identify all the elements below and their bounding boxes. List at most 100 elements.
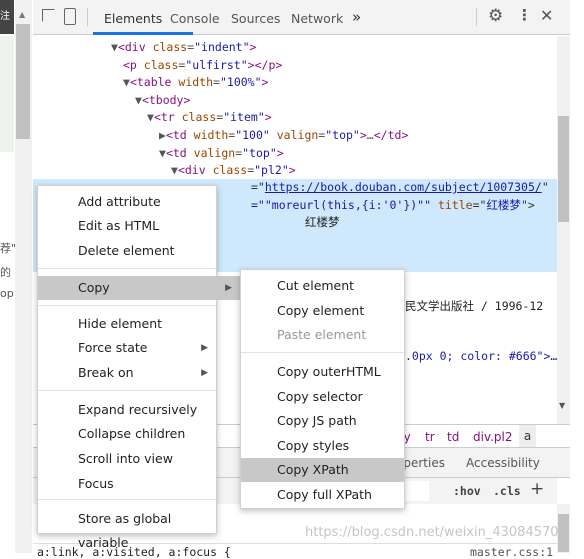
menu-item-label: Expand recursively bbox=[78, 402, 198, 417]
menu-item-hide-element[interactable]: Hide element bbox=[38, 312, 216, 336]
code-token: "top" bbox=[242, 146, 277, 160]
menu-item-label: Edit as HTML bbox=[78, 218, 160, 233]
gear-icon[interactable]: ⚙ bbox=[488, 6, 503, 26]
cls-button[interactable]: .cls bbox=[493, 484, 521, 498]
hov-button[interactable]: :hov bbox=[453, 484, 481, 498]
code-token: valign bbox=[269, 128, 319, 142]
menu-item-store-as-global-variable[interactable]: Store as global variable bbox=[38, 507, 216, 550]
page-panel bbox=[0, 36, 14, 152]
dom-node-line[interactable]: ▶<td width="100" valign="top">…</td> bbox=[159, 128, 408, 142]
menu-separator bbox=[38, 305, 216, 306]
code-token: width bbox=[171, 75, 214, 89]
code-token: </p bbox=[254, 58, 276, 72]
close-icon[interactable]: ✕ bbox=[540, 6, 553, 25]
tab-accessibility[interactable]: Accessibility bbox=[466, 456, 540, 470]
code-token: <tbody bbox=[141, 93, 184, 107]
menu-item-label: Force state bbox=[78, 340, 148, 355]
menu-item-focus[interactable]: Focus bbox=[38, 472, 216, 496]
filter-input[interactable] bbox=[405, 481, 429, 501]
menu-item-add-attribute[interactable]: Add attribute bbox=[38, 190, 216, 214]
menu-item-cut-element[interactable]: Cut element bbox=[241, 274, 404, 298]
code-token: ▼ bbox=[135, 93, 142, 107]
menu-item-delete-element[interactable]: Delete element bbox=[38, 239, 216, 263]
title-value: 红楼梦 bbox=[486, 198, 521, 212]
scroll-up-icon[interactable]: ▲ bbox=[19, 10, 25, 19]
code-token: > bbox=[359, 128, 367, 142]
dom-node-line[interactable]: ▼<table width="100%"> bbox=[123, 75, 268, 89]
divider bbox=[87, 8, 88, 26]
menu-separator bbox=[38, 499, 216, 500]
menu-item-copy-element[interactable]: Copy element bbox=[241, 299, 404, 323]
breadcrumb-item[interactable]: tr bbox=[425, 430, 435, 444]
menu-item-label: Copy JS path bbox=[277, 413, 357, 428]
scrollbar-thumb[interactable] bbox=[558, 116, 569, 222]
elements-scrollbar[interactable]: ▲ ▼ bbox=[557, 36, 570, 424]
menu-item-label: Copy bbox=[78, 280, 110, 295]
menu-item-label: Copy element bbox=[277, 303, 365, 318]
styles-scrollbar[interactable] bbox=[557, 504, 570, 553]
menu-item-force-state[interactable]: Force state ▶ bbox=[38, 336, 216, 360]
code-token: > bbox=[275, 58, 283, 72]
dom-node-line[interactable]: ▼<td valign="top"> bbox=[159, 146, 284, 160]
menu-item-break-on[interactable]: Break on ▶ bbox=[38, 361, 216, 385]
page-text: op bbox=[0, 287, 14, 300]
code-token: </td bbox=[373, 128, 402, 142]
href-link[interactable]: https://book.douban.com/subject/1007305/ bbox=[265, 180, 542, 194]
code-token: ▼ bbox=[171, 163, 178, 177]
title-attr: title bbox=[437, 198, 473, 212]
menu-item-label: Add attribute bbox=[78, 194, 161, 209]
breadcrumb-item[interactable]: div.pl2 bbox=[473, 430, 513, 444]
menu-item-copy-outerhtml[interactable]: Copy outerHTML bbox=[241, 360, 404, 384]
inspect-icon[interactable] bbox=[42, 9, 55, 22]
menu-item-copy-styles[interactable]: Copy styles bbox=[241, 434, 404, 458]
page-scrollbar[interactable]: ▲ bbox=[15, 0, 32, 553]
menu-item-scroll-into-view[interactable]: Scroll into view bbox=[38, 447, 216, 471]
device-toolbar-icon[interactable] bbox=[64, 8, 76, 25]
more-options-icon[interactable]: ⋮ bbox=[517, 6, 532, 24]
node-text: 红楼梦 bbox=[305, 215, 340, 229]
scrollbar-thumb[interactable] bbox=[558, 514, 569, 552]
scrollbar-thumb[interactable] bbox=[16, 24, 30, 139]
menu-item-copy-selector[interactable]: Copy selector bbox=[241, 385, 404, 409]
copy-submenu: Cut element Copy element Paste element Copy… bbox=[240, 269, 405, 509]
tab-elements[interactable]: Elements bbox=[104, 11, 162, 26]
onclick-attr: =""moreurl(this,{i:'0'})"" bbox=[251, 198, 432, 212]
code-token: <p bbox=[123, 58, 137, 72]
menu-item-copy-js-path[interactable]: Copy JS path bbox=[241, 409, 404, 433]
code-token: class bbox=[145, 40, 188, 54]
dom-node-line[interactable]: ▼<tbody> bbox=[135, 93, 190, 107]
menu-separator bbox=[241, 352, 404, 353]
css-source-link[interactable]: master.css:1 bbox=[470, 545, 553, 559]
code-token: > bbox=[261, 75, 269, 89]
tab-sources[interactable]: Sources bbox=[231, 11, 280, 26]
dom-node-line[interactable]: ▼<div class="pl2"> bbox=[171, 163, 296, 177]
more-tabs-icon[interactable]: » bbox=[352, 8, 361, 26]
menu-item-paste-element[interactable]: Paste element bbox=[241, 323, 404, 347]
code-token: class bbox=[174, 110, 217, 124]
dom-node-line[interactable]: <p class="ulfirst"></p> bbox=[123, 58, 282, 72]
dom-node-line[interactable]: ▼<div class="indent"> bbox=[111, 40, 256, 54]
menu-item-copy-xpath[interactable]: Copy XPath bbox=[241, 458, 404, 482]
page-text: 荐" bbox=[0, 242, 17, 255]
register-button[interactable]: 注册 bbox=[0, 0, 14, 34]
menu-item-copy[interactable]: Copy ▶ bbox=[38, 276, 240, 300]
menu-item-expand-recursively[interactable]: Expand recursively bbox=[38, 398, 216, 422]
menu-item-label: Break on bbox=[78, 365, 134, 380]
new-style-rule-button[interactable]: + bbox=[530, 479, 544, 499]
menu-item-label: Collapse children bbox=[78, 426, 186, 441]
breadcrumb-item-active[interactable]: a bbox=[519, 425, 536, 447]
dom-node-line[interactable]: ▼<tr class="item"> bbox=[147, 110, 272, 124]
tab-network[interactable]: Network bbox=[291, 11, 343, 26]
code-token: ▼ bbox=[111, 40, 118, 54]
breadcrumb-item[interactable]: td bbox=[447, 430, 459, 444]
menu-item-edit-as-html[interactable]: Edit as HTML bbox=[38, 214, 216, 238]
code-token: > bbox=[183, 93, 191, 107]
scroll-down-icon[interactable]: ▼ bbox=[559, 401, 565, 410]
menu-item-collapse-children[interactable]: Collapse children bbox=[38, 422, 216, 446]
menu-item-copy-full-xpath[interactable]: Copy full XPath bbox=[241, 483, 404, 507]
code-token: <td bbox=[165, 146, 187, 160]
code-token: > bbox=[247, 58, 255, 72]
tab-console[interactable]: Console bbox=[170, 11, 220, 26]
menu-item-label: Paste element bbox=[277, 327, 367, 342]
code-token: width bbox=[186, 128, 229, 142]
